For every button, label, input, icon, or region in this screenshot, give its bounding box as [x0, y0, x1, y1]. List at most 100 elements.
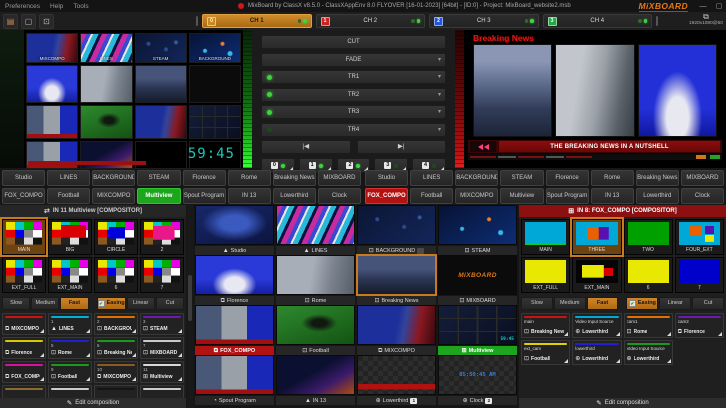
bus-button-florence[interactable]: Florence	[183, 170, 226, 186]
source-tile-fox-compo[interactable]: ⧉FOX_COMPO	[2, 361, 46, 383]
bus-button-lowerthird[interactable]: Lowerthird	[636, 188, 679, 204]
cut-button[interactable]: CUT	[261, 35, 446, 49]
bus-button-mixboard[interactable]: MIXBOARD	[318, 170, 361, 186]
preset-2[interactable]: 2	[140, 219, 184, 255]
source-tile-mixcompo[interactable]: 10⧉MIXCOMPO	[94, 361, 138, 383]
mode-cut[interactable]: Cut	[156, 297, 184, 310]
input-florence[interactable]: ⧉Florence	[195, 255, 274, 303]
source-tile-mixcompo[interactable]: ⧉MIXCOMPO	[2, 313, 46, 335]
input-spout-program[interactable]: ◔Spout Program	[195, 355, 274, 403]
menu-item-tools[interactable]: Tools	[73, 3, 88, 10]
preview-tile-breaking[interactable]	[135, 65, 187, 103]
source-tile-lines[interactable]: 1▲LINES	[48, 313, 92, 335]
bus-button-studio[interactable]: Studio	[365, 170, 408, 186]
scrollbar-handle[interactable]	[188, 275, 192, 321]
speed-fast[interactable]: Fast	[60, 297, 88, 310]
bus-button-lowerthird[interactable]: Lowerthird	[273, 188, 316, 204]
new-file-icon[interactable]: ▢	[21, 14, 36, 29]
project-icon[interactable]: ▤	[3, 14, 18, 29]
speed-slow[interactable]: Slow	[2, 297, 30, 310]
bus-button-steam[interactable]: STEAM	[500, 170, 543, 186]
menu-item-preferences[interactable]: Preferences	[5, 3, 40, 10]
speed-fast[interactable]: Fast	[587, 297, 619, 310]
close-button[interactable]: ▢	[714, 2, 724, 10]
input-mixboard[interactable]: MiXBOARD⊡MIXBOARD	[438, 255, 517, 303]
preview-tile-mixboard[interactable]	[189, 65, 241, 103]
bus-button-spout-program[interactable]: Spout Program	[546, 188, 589, 204]
next-button[interactable]: ▶|	[357, 140, 447, 154]
preset-three[interactable]: THREE	[572, 219, 621, 255]
preview-tile-mixcompo[interactable]: MIXCOMPO	[26, 33, 78, 63]
source-tile-breaking-news[interactable]: 6⊡Breaking News	[94, 337, 138, 359]
preset-ext-full[interactable]: EXT_FULL	[521, 257, 570, 293]
bus-button-background[interactable]: BACKGROUND	[455, 170, 498, 186]
preview-tile-football[interactable]	[80, 105, 132, 139]
preview-tile-background[interactable]: BACKGROUND	[189, 33, 241, 63]
preset-four-ext[interactable]: FOUR_EXT	[675, 219, 724, 255]
bus-button-mixcompo[interactable]: MIXCOMPO	[92, 188, 135, 204]
source-tile-steam[interactable]: 3⊡STEAM	[140, 313, 184, 335]
transition-tr1[interactable]: TR1▾	[261, 70, 446, 84]
bus-button-clock[interactable]: Clock	[681, 188, 724, 204]
channel-button-2[interactable]: 1CH 2	[316, 14, 426, 28]
channel-button-4[interactable]: 3CH 4	[543, 14, 653, 28]
bus-button-football[interactable]: Football	[47, 188, 90, 204]
bus-button-fox-compo[interactable]: FOX_COMPO	[365, 188, 408, 204]
input-grid-scrollbar[interactable]	[187, 205, 193, 408]
preset-7[interactable]: 7	[675, 257, 724, 293]
transition-tr4[interactable]: TR4▾	[261, 123, 446, 137]
mode-cut[interactable]: Cut	[692, 297, 724, 310]
input-multiview[interactable]: 59:45⊞Multiview	[438, 305, 517, 353]
input-fox-compo[interactable]: ⧉FOX_COMPO	[195, 305, 274, 353]
previous-button[interactable]: |◀	[261, 140, 351, 154]
preset-ext-full[interactable]: EXT_FULL	[2, 257, 46, 293]
source-tile-mixboard[interactable]: 7⊡MIXBOARD	[140, 337, 184, 359]
mode-linear[interactable]: Linear	[127, 297, 155, 310]
input-in-13[interactable]: ▲IN 13	[276, 355, 355, 403]
right-edit-composition-button[interactable]: ✎ Edit composition	[519, 398, 726, 408]
preset-ext-main[interactable]: EXT_MAIN	[572, 257, 621, 293]
bus-button-football[interactable]: Football	[410, 188, 453, 204]
preset-6[interactable]: 6	[94, 257, 138, 293]
bus-button-lines[interactable]: LINES	[47, 170, 90, 186]
source-tile-breaking-news[interactable]: main⊡Breaking News	[521, 313, 570, 338]
source-tile-background[interactable]: 2⊡BACKGROUND	[94, 313, 138, 335]
preview-tile-florence[interactable]	[26, 65, 78, 103]
menu-item-help[interactable]: Help	[50, 3, 63, 10]
preset-circle[interactable]: CIRCLE	[94, 219, 138, 255]
source-tile-multiview[interactable]: 11⊞Multiview	[140, 361, 184, 383]
fade-button[interactable]: FADE▾	[261, 53, 446, 67]
preview-tile-rome[interactable]	[80, 65, 132, 103]
input-breaking-news[interactable]: ⊡Breaking News	[357, 255, 436, 303]
bus-button-breaking-news[interactable]: Breaking News	[273, 170, 316, 186]
input-studio[interactable]: ▲Studio	[195, 205, 274, 253]
input-lines[interactable]: ▲LINES	[276, 205, 355, 253]
bus-button-in-13[interactable]: IN 13	[228, 188, 271, 204]
preset-two[interactable]: TWO	[624, 219, 673, 255]
bus-button-clock[interactable]: Clock	[318, 188, 361, 204]
channel-button-1[interactable]: 0CH 1	[202, 14, 312, 28]
source-tile-florence[interactable]: ⧉Florence	[2, 337, 46, 359]
bus-button-rome[interactable]: Rome	[228, 170, 271, 186]
source-tile-football[interactable]: ext_cam⊡Football	[521, 340, 570, 365]
left-edit-composition-button[interactable]: ✎ Edit composition	[0, 398, 186, 408]
preview-tile-lines[interactable]: LINES	[80, 33, 132, 63]
mode-easing[interactable]: ✔Easing	[626, 297, 658, 310]
preview-tile-multiview[interactable]	[189, 105, 241, 139]
bus-button-spout-program[interactable]: Spout Program	[183, 188, 226, 204]
bus-button-breaking-news[interactable]: Breaking News	[636, 170, 679, 186]
bus-button-mixcompo[interactable]: MIXCOMPO	[455, 188, 498, 204]
input-lowerthird[interactable]: ⊕Lowerthird1	[357, 355, 436, 403]
bus-button-fox-compo[interactable]: FOX_COMPO	[2, 188, 45, 204]
mode-easing[interactable]: ✔Easing	[97, 297, 126, 310]
preset-main[interactable]: MAIN	[2, 219, 46, 255]
bus-button-mixboard[interactable]: MIXBOARD	[681, 170, 724, 186]
input-mixcompo[interactable]: ⧉MIXCOMPO	[357, 305, 436, 353]
input-football[interactable]: ⊡Football	[276, 305, 355, 353]
preview-tile-steam[interactable]: STEAM	[135, 33, 187, 63]
channel-button-3[interactable]: 2CH 3	[429, 14, 539, 28]
bus-button-multiview[interactable]: Multiview	[137, 188, 180, 204]
bus-button-background[interactable]: BACKGROUND	[92, 170, 135, 186]
minimize-button[interactable]: —	[698, 3, 708, 10]
speed-slow[interactable]: Slow	[521, 297, 553, 310]
